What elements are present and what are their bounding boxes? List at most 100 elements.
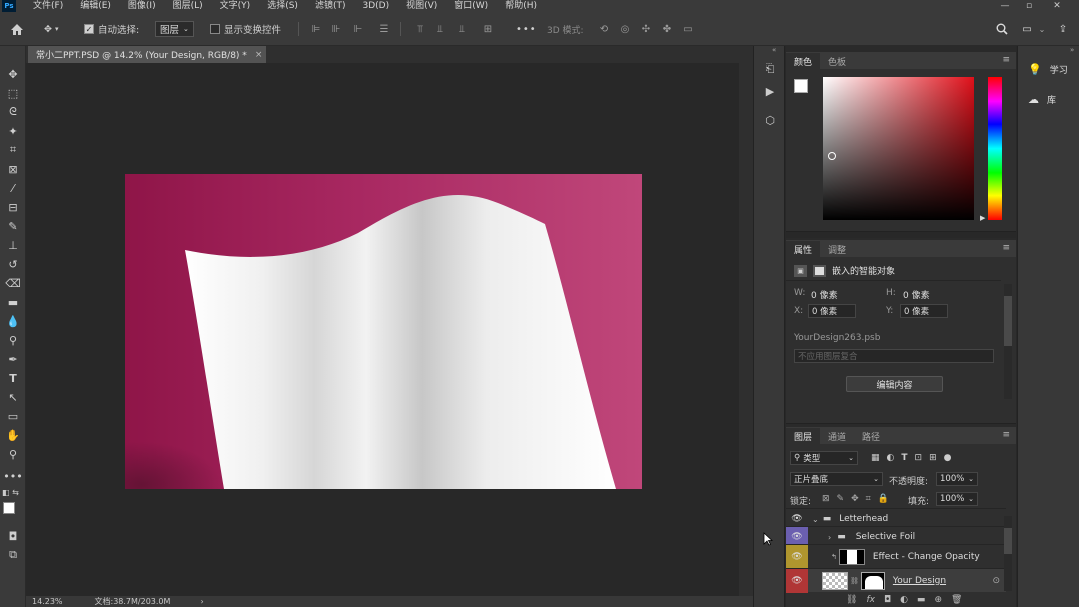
actions-play-icon[interactable]: ▶ xyxy=(762,83,778,99)
history-brush-icon[interactable]: ↺ xyxy=(3,256,23,272)
3d-panel-icon[interactable]: ⬡ xyxy=(762,112,778,128)
edit-toolbar-icon[interactable]: ••• xyxy=(3,468,23,484)
quick-mask-icon[interactable]: ◘ xyxy=(3,528,23,544)
layers-scrollbar[interactable] xyxy=(1004,516,1012,591)
canvas-area[interactable] xyxy=(28,63,739,596)
document-canvas[interactable] xyxy=(28,63,739,596)
menu-image[interactable]: 图像(I) xyxy=(128,0,156,12)
chevron-down-icon[interactable]: ⌄ xyxy=(812,515,819,524)
brush-tool-icon[interactable]: ✎ xyxy=(3,218,23,234)
menu-filter[interactable]: 滤镜(T) xyxy=(315,0,346,12)
align-left-icon[interactable]: ⊫ xyxy=(310,23,322,35)
marquee-tool-icon[interactable]: ⬚ xyxy=(3,85,23,101)
screen-mode-icon[interactable]: ⧉ xyxy=(3,547,23,563)
document-tab[interactable]: 常小二PPT.PSD @ 14.2% (Your Design, RGB/8) … xyxy=(28,46,266,63)
auto-select-dropdown[interactable]: 图层 ⌄ xyxy=(155,20,194,38)
auto-select-checkbox[interactable]: ✓ 自动选择: xyxy=(84,20,139,38)
tab-swatches[interactable]: 色板 xyxy=(820,53,854,69)
tab-properties[interactable]: 属性 xyxy=(786,241,821,257)
menu-type[interactable]: 文字(Y) xyxy=(220,0,251,12)
menu-help[interactable]: 帮助(H) xyxy=(505,0,537,12)
frame-tool-icon[interactable]: ⊠ xyxy=(3,161,23,177)
blur-tool-icon[interactable]: 💧 xyxy=(3,313,23,329)
panel-menu-icon[interactable]: ≡ xyxy=(1002,430,1010,440)
3d-slide-icon[interactable]: ✤ xyxy=(661,23,673,35)
layer-row[interactable]: 👁 ↰ Effect - Change Opacity xyxy=(786,544,1006,569)
properties-scrollbar[interactable] xyxy=(1004,284,1012,399)
pen-tool-icon[interactable]: ✒ xyxy=(3,351,23,367)
adjustment-layer-icon[interactable]: ◐ xyxy=(900,595,908,605)
hue-slider-handle-icon[interactable]: ▶ xyxy=(980,214,985,222)
w-value[interactable]: 0 像素 xyxy=(811,288,838,301)
close-icon[interactable]: × xyxy=(255,50,263,60)
home-icon[interactable] xyxy=(10,20,24,38)
move-tool-preset-icon[interactable]: ✥ ▾ xyxy=(44,20,58,38)
chevron-down-icon[interactable]: ⌄ xyxy=(1036,23,1048,35)
maximize-icon[interactable]: ▫ xyxy=(1019,0,1039,12)
color-fg-swatch[interactable] xyxy=(794,79,808,93)
swap-colors-icon[interactable]: ◧ ⇆ xyxy=(2,488,24,500)
h-value[interactable]: 0 像素 xyxy=(903,288,930,301)
3d-roll-icon[interactable]: ◎ xyxy=(619,23,631,35)
close-window-icon[interactable]: ✕ xyxy=(1047,0,1067,12)
learn-panel-button[interactable]: 💡 学习 xyxy=(1018,56,1079,82)
libraries-panel-button[interactable]: ☁ 库 xyxy=(1018,86,1079,112)
layer-row-selected[interactable]: 👁 ⛓ Your Design ⊙ xyxy=(786,568,1006,593)
tab-layers[interactable]: 图层 xyxy=(786,428,821,444)
gradient-tool-icon[interactable]: ▬ xyxy=(3,294,23,310)
search-icon[interactable] xyxy=(996,23,1008,35)
blend-mode-dropdown[interactable]: 正片叠底 ⌄ xyxy=(790,472,883,486)
color-field[interactable] xyxy=(823,77,974,220)
menu-select[interactable]: 选择(S) xyxy=(267,0,298,12)
menu-3d[interactable]: 3D(D) xyxy=(362,0,389,12)
color-picker-cursor[interactable] xyxy=(828,152,836,160)
minimize-icon[interactable]: — xyxy=(995,0,1015,12)
lock-artboard-icon[interactable]: ⌗ xyxy=(866,494,871,504)
edit-contents-button[interactable]: 编辑内容 xyxy=(846,376,943,392)
align-bottom-icon[interactable]: ⫫ xyxy=(456,23,468,35)
filter-shape-icon[interactable]: ⊡ xyxy=(915,453,923,463)
workspace-icon[interactable]: ▭ xyxy=(1021,23,1033,35)
x-field[interactable]: 0 像素 xyxy=(808,304,856,318)
align-vcenter-icon[interactable]: ⫫ xyxy=(434,23,446,35)
panel-menu-icon[interactable]: ≡ xyxy=(1002,55,1010,65)
opacity-field[interactable]: 100% ⌄ xyxy=(936,472,978,486)
y-field[interactable]: 0 像素 xyxy=(900,304,948,318)
crop-tool-icon[interactable]: ⌗ xyxy=(3,142,23,158)
new-group-icon[interactable]: ▬ xyxy=(917,595,926,605)
menu-window[interactable]: 窗口(W) xyxy=(454,0,488,12)
rectangle-tool-icon[interactable]: ▭ xyxy=(3,408,23,424)
new-layer-icon[interactable]: ⊕ xyxy=(934,595,942,605)
fill-field[interactable]: 100% ⌄ xyxy=(936,492,978,506)
menu-edit[interactable]: 编辑(E) xyxy=(80,0,111,12)
layer-effects-icon[interactable]: ⊙ xyxy=(992,576,1000,586)
tab-paths[interactable]: 路径 xyxy=(854,428,888,444)
align-right-icon[interactable]: ⊩ xyxy=(352,23,364,35)
filter-toggle-icon[interactable]: ● xyxy=(944,453,952,463)
canvas-vertical-scrollbar[interactable] xyxy=(739,63,753,596)
eyedropper-tool-icon[interactable]: ⁄ xyxy=(3,180,23,196)
menu-layer[interactable]: 图层(L) xyxy=(173,0,203,12)
path-select-tool-icon[interactable]: ↖ xyxy=(3,389,23,405)
menu-file[interactable]: 文件(F) xyxy=(33,0,63,12)
link-layers-icon[interactable]: ⛓ xyxy=(846,595,857,605)
move-tool-icon[interactable]: ✥ xyxy=(3,66,23,82)
zoom-tool-icon[interactable]: ⚲ xyxy=(3,446,23,462)
magic-wand-tool-icon[interactable]: ✦ xyxy=(3,123,23,139)
tab-color[interactable]: 颜色 xyxy=(786,53,821,69)
show-transform-checkbox[interactable]: 显示变换控件 xyxy=(210,20,281,38)
distribute-icon[interactable]: ☰ xyxy=(378,23,390,35)
collapse-arrows-icon[interactable]: « xyxy=(772,46,776,54)
dodge-tool-icon[interactable]: ⚲ xyxy=(3,332,23,348)
tab-adjustments[interactable]: 调整 xyxy=(820,241,854,257)
3d-pan-icon[interactable]: ✣ xyxy=(640,23,652,35)
delete-layer-icon[interactable]: 🗑 xyxy=(951,595,962,605)
visibility-eye-icon[interactable]: 👁 xyxy=(786,568,808,593)
filter-smart-icon[interactable]: ⊞ xyxy=(929,453,937,463)
add-mask-icon[interactable]: ◘ xyxy=(884,595,891,605)
healing-tool-icon[interactable]: ⊟ xyxy=(3,199,23,215)
zoom-level[interactable]: 14.23% xyxy=(32,597,63,606)
menu-view[interactable]: 视图(V) xyxy=(406,0,437,12)
eraser-tool-icon[interactable]: ⌫ xyxy=(3,275,23,291)
layer-filter-dropdown[interactable]: ⚲ 类型 ⌄ xyxy=(790,451,858,465)
